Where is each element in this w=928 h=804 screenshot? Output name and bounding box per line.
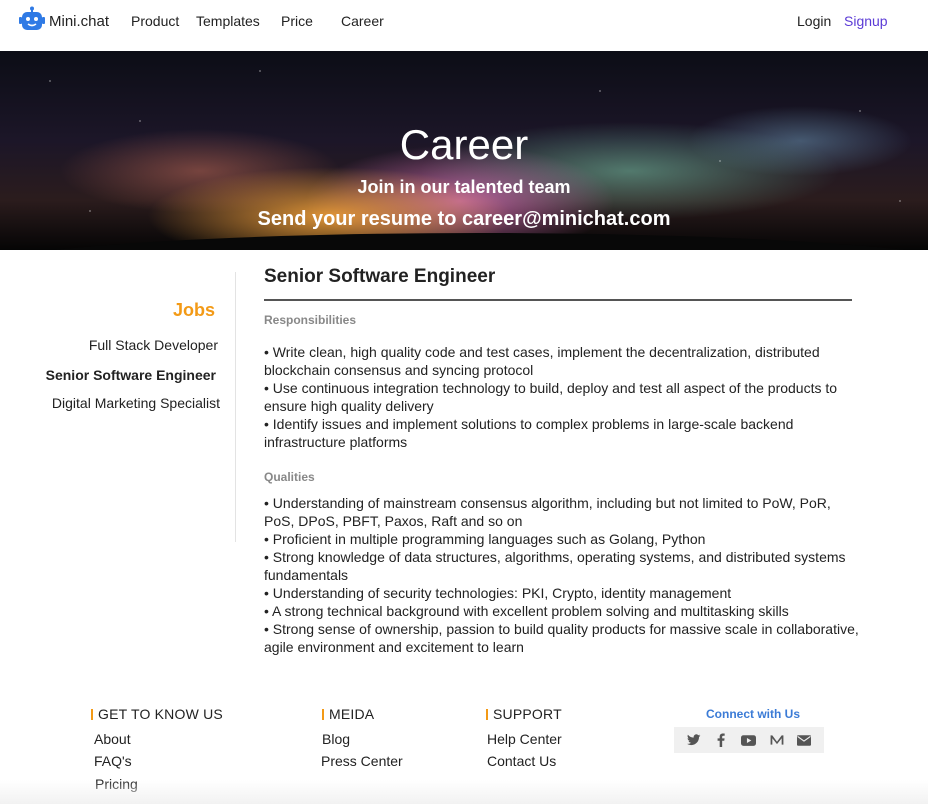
title-divider [264,299,852,301]
list-item: • Identify issues and implement solution… [264,416,794,450]
nav-price[interactable]: Price [281,13,313,29]
nav-product[interactable]: Product [131,13,179,29]
signup-link[interactable]: Signup [844,13,888,29]
brand-name: Mini.chat [49,13,110,30]
list-item: • Proficient in multiple programming lan… [264,531,706,547]
footer-heading-label: MEIDA [329,706,375,722]
accent-bar [322,709,324,720]
list-item: • Write clean, high quality code and tes… [264,344,820,378]
youtube-icon[interactable] [740,731,758,749]
list-item: • Understanding of security technologies… [264,585,732,601]
job-detail: Senior Software Engineer Responsibilitie… [264,266,864,656]
login-link[interactable]: Login [797,13,831,29]
medium-icon[interactable] [768,731,786,749]
sidebar-job-senior-engineer[interactable]: Senior Software Engineer [46,367,216,383]
hero-banner: Career Join in our talented team Send yo… [0,51,928,250]
list-item: • Use continuous integration technology … [264,380,838,414]
jobs-heading: Jobs [172,300,215,320]
footer-heading-support: SUPPORT [486,706,562,722]
qualities-heading: Qualities [264,470,315,484]
responsibilities-list: • Write clean, high quality code and tes… [264,343,864,451]
list-item: • Understanding of mainstream consensus … [264,495,831,529]
footer-heading-label: GET TO KNOW US [98,706,223,722]
footer-link-blog[interactable]: Blog [322,731,350,747]
footer-link-about[interactable]: About [94,731,131,747]
footer-link-press-center[interactable]: Press Center [321,753,403,769]
sidebar-job-full-stack[interactable]: Full Stack Developer [89,337,218,353]
nav-templates[interactable]: Templates [196,13,260,29]
connect-heading: Connect with Us [706,707,801,721]
brand-logo[interactable]: Mini.chat [18,6,109,34]
jobs-sidebar: Jobs Full Stack Developer Senior Softwar… [0,272,236,542]
accent-bar [486,709,488,720]
hero-subtitle: Join in our talented team [357,177,571,197]
email-icon[interactable] [795,731,813,749]
qualities-list: • Understanding of mainstream consensus … [264,494,864,656]
footer-link-help-center[interactable]: Help Center [487,731,562,747]
footer-link-contact-us[interactable]: Contact Us [487,753,556,769]
list-item: • A strong technical background with exc… [264,603,789,619]
footer-heading-media: MEIDA [322,706,374,722]
footer-heading-know-us: GET TO KNOW US [91,706,223,722]
nav-career[interactable]: Career [341,13,384,29]
accent-bar [91,709,93,720]
hero-contact: Send your resume to career@minichat.com [257,208,671,230]
sidebar-job-marketing[interactable]: Digital Marketing Specialist [52,395,220,411]
facebook-icon[interactable] [712,731,730,749]
list-item: • Strong sense of ownership, passion to … [264,621,859,655]
social-links [674,727,824,753]
footer-link-faqs[interactable]: FAQ's [94,753,132,769]
footer-heading-label: SUPPORT [493,706,562,722]
top-nav: Mini.chat Product Templates Price Career… [0,0,928,50]
responsibilities-heading: Responsibilities [264,313,357,327]
robot-logo-icon [18,6,46,34]
twitter-icon[interactable] [685,731,703,749]
hero-title: Career [399,121,529,168]
list-item: • Strong knowledge of data structures, a… [264,549,846,583]
footer-bottom-fade [0,780,928,804]
job-title: Senior Software Engineer [264,266,496,287]
